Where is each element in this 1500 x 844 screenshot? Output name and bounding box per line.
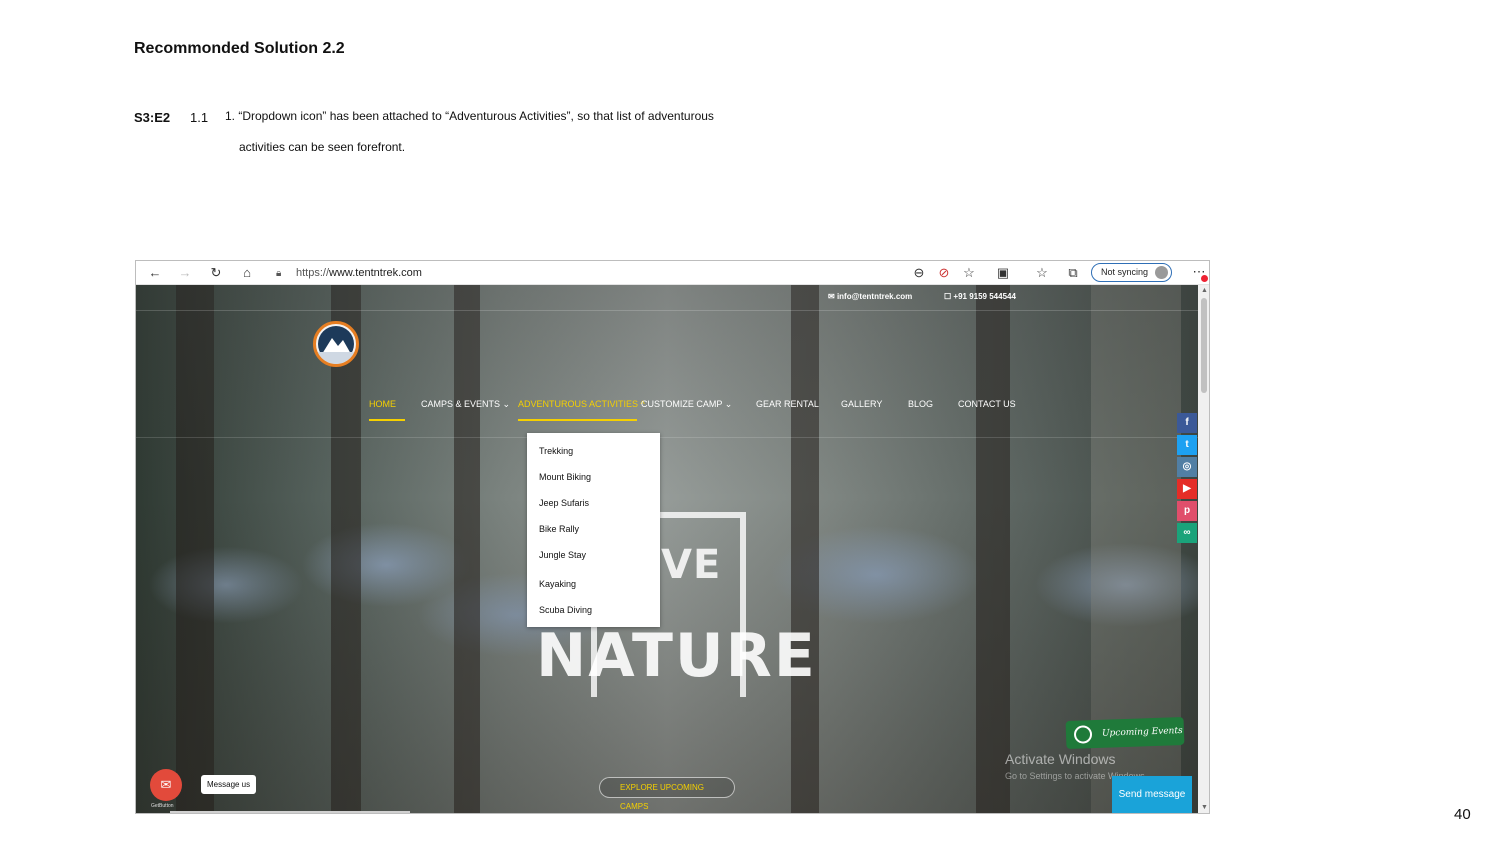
mountain-logo-icon xyxy=(318,326,354,364)
profile-button[interactable]: Not syncing xyxy=(1091,263,1172,282)
description-line-1: 1. “Dropdown icon” has been attached to … xyxy=(225,109,714,123)
scroll-thumb[interactable] xyxy=(1201,298,1207,393)
extensions-icon[interactable]: ▣ xyxy=(994,264,1012,282)
message-us-tooltip: Message us xyxy=(201,775,257,794)
url-protocol: https:// xyxy=(296,267,330,279)
browser-toolbar: ← → ↻ ⌂ 🔒︎ https://www.tentntrek.com ⊖ ⊘ … xyxy=(136,261,1209,285)
chevron-down-icon: ⌄ xyxy=(724,399,733,409)
upcoming-events-badge[interactable]: Upcoming Events xyxy=(1065,716,1185,750)
add-favorite-icon[interactable]: ☆ xyxy=(960,264,978,282)
refresh-icon[interactable]: ↻ xyxy=(207,264,225,282)
chat-icon[interactable]: ✉ xyxy=(150,769,182,801)
address-bar[interactable]: 🔒︎ https://www.tentntrek.com xyxy=(276,264,916,282)
nav-gear-rental[interactable]: GEAR RENTAL xyxy=(756,399,819,409)
pinterest-icon[interactable]: p xyxy=(1177,501,1197,521)
lock-icon: 🔒︎ xyxy=(276,268,282,279)
page-number: 40 xyxy=(1454,806,1471,823)
contact-phone[interactable]: ☐ +91 9159 544544 xyxy=(944,292,1016,301)
divider xyxy=(136,310,1198,311)
dropdown-item[interactable]: Bike Rally xyxy=(539,524,579,534)
getbutton-label: GetButton xyxy=(151,803,174,809)
youtube-icon[interactable]: ▶ xyxy=(1177,479,1197,499)
zoom-out-icon[interactable]: ⊖ xyxy=(910,264,928,282)
nav-home[interactable]: HOME xyxy=(369,399,396,409)
sync-label: Not syncing xyxy=(1101,267,1149,277)
url-host: www.tentntrek.com xyxy=(329,267,422,279)
divider xyxy=(136,437,1198,438)
calendar-icon xyxy=(1073,725,1093,744)
nav-blog[interactable]: BLOG xyxy=(908,399,933,409)
dropdown-item[interactable]: Kayaking xyxy=(539,579,576,589)
nav-customize-camp[interactable]: CUSTOMIZE CAMP ⌄ xyxy=(641,399,732,410)
website-viewport: ✉ info@tentntrek.com ☐ +91 9159 544544 H… xyxy=(136,285,1198,813)
favorites-icon[interactable]: ☆ xyxy=(1033,264,1051,282)
nav-gallery[interactable]: GALLERY xyxy=(841,399,882,409)
slide-title: Recommonded Solution 2.2 xyxy=(134,40,345,57)
row-number: 1.1 xyxy=(190,110,209,125)
tracking-icon[interactable]: ⊘ xyxy=(935,264,953,282)
nav-camps-events[interactable]: CAMPS & EVENTS ⌄ xyxy=(421,399,510,410)
dropdown-item[interactable]: Mount Biking xyxy=(539,472,591,482)
profile-icon xyxy=(1155,266,1168,279)
nav-contact-us[interactable]: CONTACT US xyxy=(958,399,1016,409)
more-icon[interactable]: ⋯ xyxy=(1189,263,1209,283)
row-id: S3:E2 xyxy=(134,110,171,125)
description-line-2: activities can be seen forefront. xyxy=(239,140,406,154)
chevron-down-icon: ⌄ xyxy=(502,399,511,409)
site-logo[interactable] xyxy=(313,321,359,367)
dropdown-item[interactable]: Jungle Stay xyxy=(539,550,586,560)
activities-dropdown: Trekking Mount Biking Jeep Sufaris Bike … xyxy=(527,433,660,627)
hero-text-top: VE xyxy=(661,542,722,588)
tripadvisor-icon[interactable]: ∞ xyxy=(1177,523,1197,543)
nav-adventurous-activities[interactable]: ADVENTUROUS ACTIVITIES ^ xyxy=(518,399,645,409)
scroll-up-icon[interactable]: ▲ xyxy=(1201,287,1208,294)
scroll-down-icon[interactable]: ▼ xyxy=(1201,804,1208,811)
nav-active-underline xyxy=(518,419,637,421)
explore-camps-button[interactable]: EXPLORE UPCOMING CAMPS xyxy=(599,777,735,811)
hero-text-nature: NATURE xyxy=(536,621,817,691)
instagram-icon[interactable]: ◎ xyxy=(1177,457,1197,477)
twitter-icon[interactable]: t xyxy=(1177,435,1197,455)
notification-badge xyxy=(1201,275,1208,282)
send-message-button[interactable]: Send message xyxy=(1112,776,1192,813)
browser-window: ← → ↻ ⌂ 🔒︎ https://www.tentntrek.com ⊖ ⊘ … xyxy=(135,260,1210,814)
contact-email[interactable]: ✉ info@tentntrek.com xyxy=(828,292,912,301)
vertical-scrollbar[interactable]: ▲ ▼ xyxy=(1198,285,1209,813)
facebook-icon[interactable]: f xyxy=(1177,413,1197,433)
activate-windows-title: Activate Windows xyxy=(1005,751,1116,767)
collections-icon[interactable]: ⧉ xyxy=(1064,264,1082,282)
dropdown-item[interactable]: Trekking xyxy=(539,446,573,456)
dropdown-item[interactable]: Jeep Sufaris xyxy=(539,498,589,508)
back-icon[interactable]: ← xyxy=(146,264,164,282)
home-icon[interactable]: ⌂ xyxy=(238,264,256,282)
horizontal-scrollbar[interactable] xyxy=(170,811,410,813)
nav-active-underline xyxy=(369,419,405,421)
dropdown-item[interactable]: Scuba Diving xyxy=(539,605,592,615)
forward-icon[interactable]: → xyxy=(176,264,194,282)
